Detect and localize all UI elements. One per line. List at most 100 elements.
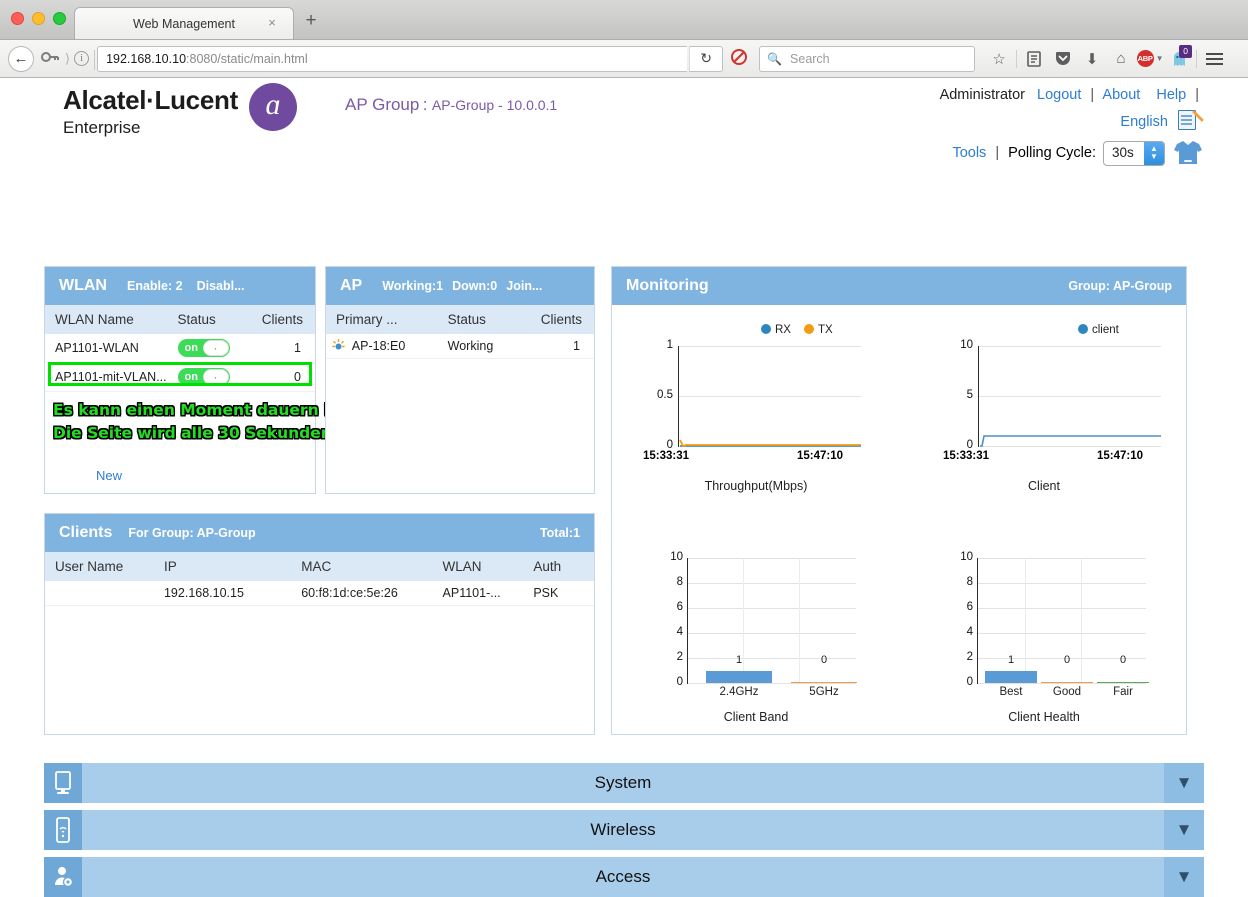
wlan-status-toggle[interactable]: on · — [178, 368, 230, 386]
ap-name-cell: AP-18:E0 — [326, 334, 438, 359]
chevron-down-icon[interactable]: ▼ — [1164, 763, 1204, 803]
brand-logo: Alcatel·Lucent Enterprise — [63, 85, 238, 138]
browser-tab-title: Web Management — [133, 17, 235, 31]
clients-col-auth: Auth — [523, 552, 594, 581]
hamburger-icon — [1206, 53, 1223, 65]
wlan-panel-header: WLAN Enable: 2 Disabl... — [45, 267, 315, 305]
x-tick-end: 15:47:10 — [1097, 450, 1143, 462]
chevron-down-icon[interactable]: ▼ — [1164, 810, 1204, 850]
ap-panel-title: AP — [340, 277, 362, 295]
pocket-icon-svg — [1055, 51, 1071, 66]
user-access-icon-svg — [51, 865, 75, 889]
web-management-page: Alcatel·Lucent Enterprise ɑ AP Group : A… — [0, 78, 1248, 833]
ghostery-count-badge: 0 — [1179, 45, 1192, 58]
chevron-down-icon: ▼ — [1156, 54, 1164, 63]
browser-search-bar[interactable]: 🔍 — [759, 46, 975, 72]
bar-fair — [1097, 682, 1149, 684]
y-tick-4: 4 — [945, 626, 973, 638]
y-tick-0: 0 — [945, 676, 973, 688]
bar-label-5ghz: 0 — [791, 654, 857, 666]
header-tools-row: Tools | Polling Cycle: 30s ▲▼ — [940, 139, 1204, 167]
noscript-icon-svg — [730, 48, 748, 66]
back-button[interactable]: ← — [8, 46, 34, 72]
ap-clients-cell: 1 — [523, 334, 594, 359]
site-info-icon[interactable]: i — [74, 51, 89, 66]
toolbar-divider — [1016, 50, 1017, 68]
client-user-cell — [45, 581, 154, 606]
library-icon-svg — [1027, 51, 1041, 67]
clients-panel-header: Clients For Group: AP-Group Total:1 — [45, 514, 594, 552]
bar-5ghz — [791, 682, 857, 684]
language-link[interactable]: English — [1120, 114, 1168, 130]
accordion-wireless[interactable]: Wireless ▼ — [44, 810, 1204, 850]
gridline-4 — [978, 633, 1146, 634]
gridline-6 — [688, 608, 856, 609]
ghostery-icon[interactable]: 0 — [1165, 45, 1193, 73]
chevron-down-icon[interactable]: ▼ — [1164, 857, 1204, 897]
category-label-fair: Fair — [1097, 686, 1149, 698]
bookmark-star-icon[interactable]: ☆ — [985, 45, 1013, 73]
table-row[interactable]: AP-18:E0 Working 1 — [326, 334, 594, 359]
client-mac-cell: 60:f8:1d:ce:5e:26 — [291, 581, 432, 606]
home-icon[interactable]: ⌂ — [1107, 45, 1135, 73]
ap-name-text: AP-18:E0 — [352, 339, 406, 353]
new-wlan-link[interactable]: New — [96, 468, 122, 483]
window-controls — [11, 12, 66, 25]
accordion-system-label: System — [82, 763, 1164, 803]
brand-line-2: Enterprise — [63, 118, 238, 138]
legend-item-rx: RX — [761, 324, 791, 336]
table-row[interactable]: 192.168.10.15 60:f8:1d:ce:5e:26 AP1101-.… — [45, 581, 594, 606]
table-row[interactable]: AP1101-WLAN on · 1 — [45, 334, 315, 363]
edit-note-icon[interactable] — [1178, 108, 1204, 132]
window-maximize-button[interactable] — [53, 12, 66, 25]
wlan-status-cell: on · — [168, 363, 247, 392]
address-bar[interactable]: 192.168.10.10:8080/static/main.html — [97, 46, 687, 72]
client-health-chart-caption: Client Health — [901, 710, 1187, 724]
y-tick-4: 4 — [655, 626, 683, 638]
ap-group-label: AP Group : — [345, 95, 427, 114]
menu-button[interactable] — [1200, 45, 1228, 73]
monitoring-group-label: Group: AP-Group — [1068, 279, 1172, 293]
browser-toolbar-icons: ☆ ⬇ ⌂ ABP ▼ — [985, 45, 1228, 73]
polling-cycle-select[interactable]: 30s ▲▼ — [1103, 141, 1165, 166]
library-icon[interactable] — [1020, 45, 1048, 73]
monitor-icon — [44, 763, 82, 803]
reload-button[interactable]: ↻ — [689, 46, 723, 72]
toggle-knob: · — [203, 340, 229, 356]
downloads-icon[interactable]: ⬇ — [1078, 45, 1106, 73]
table-row[interactable]: AP1101-mit-VLAN... on · 0 — [45, 363, 315, 392]
y-tick-6: 6 — [945, 601, 973, 613]
x-tick-start: 15:33:31 — [643, 450, 689, 462]
client-series-svg — [979, 346, 1161, 447]
polling-cycle-value: 30s — [1112, 140, 1134, 166]
pocket-icon[interactable] — [1049, 45, 1077, 73]
monitoring-charts: RX TX 1 0.5 0 15:33:31 15:47:10 Throughp… — [611, 302, 1187, 734]
browser-tab[interactable]: Web Management × — [74, 7, 294, 39]
brand-line-1: Alcatel·Lucent — [63, 85, 238, 116]
wlan-status-toggle[interactable]: on · — [178, 339, 230, 357]
tab-close-icon[interactable]: × — [265, 16, 279, 30]
adblock-plus-icon[interactable]: ABP ▼ — [1136, 45, 1164, 73]
clients-col-ip: IP — [154, 552, 291, 581]
tools-link[interactable]: Tools — [952, 145, 986, 161]
window-close-button[interactable] — [11, 12, 24, 25]
legend-item-tx: TX — [804, 324, 833, 336]
toggle-on-label: on — [178, 339, 198, 357]
logout-link[interactable]: Logout — [1037, 87, 1081, 103]
window-minimize-button[interactable] — [32, 12, 45, 25]
y-tick-8: 8 — [655, 576, 683, 588]
new-tab-button[interactable]: + — [300, 10, 322, 32]
accordion-access[interactable]: Access ▼ — [44, 857, 1204, 897]
browser-window: Web Management × + ← ⟩ i 192.168.10.10:8… — [0, 0, 1248, 833]
client-legend: client — [1078, 324, 1119, 336]
tshirt-icon[interactable] — [1172, 139, 1204, 167]
search-input[interactable] — [788, 51, 967, 67]
client-chart-caption: Client — [901, 479, 1187, 493]
help-link[interactable]: Help — [1156, 87, 1186, 103]
noscript-icon[interactable] — [725, 48, 753, 70]
about-link[interactable]: About — [1102, 87, 1140, 103]
access-point-icon-svg — [53, 817, 73, 843]
accordion-system[interactable]: System ▼ — [44, 763, 1204, 803]
ap-col-primary: Primary ... — [326, 305, 438, 334]
url-path: :8080/static/main.html — [186, 52, 308, 66]
